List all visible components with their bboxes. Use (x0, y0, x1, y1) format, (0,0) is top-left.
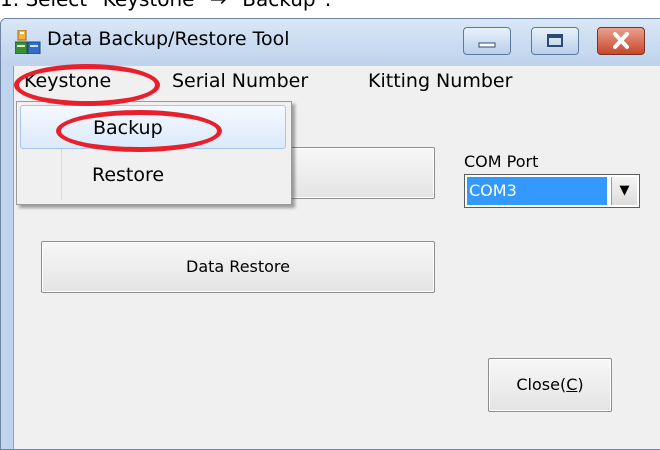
com-port-value: COM3 (467, 177, 607, 205)
close-button-prefix: Close( (516, 375, 567, 394)
com-port-select[interactable]: COM3 ▼ (464, 174, 640, 208)
menu-item-backup-label: Backup (93, 117, 163, 139)
menu-item-restore[interactable]: Restore (20, 153, 286, 197)
app-icon (15, 30, 41, 54)
close-button-suffix: ) (577, 375, 584, 394)
menu-serial-number[interactable]: Serial Number (172, 70, 308, 92)
window-minimize-icon (478, 42, 496, 48)
com-port-label: COM Port (464, 152, 539, 171)
instruction-caption: 1. Select "Keystone" → "Backup". (0, 0, 331, 17)
close-window-button[interactable] (597, 27, 645, 55)
close-button-accelerator: C (566, 375, 578, 394)
menu-bar: Keystone Serial Number Kitting Number (14, 66, 660, 102)
window-close-icon (613, 32, 629, 49)
data-restore-button[interactable]: Data Restore (41, 241, 435, 293)
menu-item-backup[interactable]: Backup (20, 105, 286, 149)
minimize-button[interactable] (463, 27, 511, 55)
keystone-dropdown-menu: Backup Restore (16, 101, 292, 205)
window-maximize-icon (547, 34, 563, 47)
menu-item-restore-label: Restore (92, 164, 165, 186)
menu-kitting-number[interactable]: Kitting Number (368, 70, 512, 92)
window-title: Data Backup/Restore Tool (47, 28, 290, 50)
chevron-down-icon[interactable]: ▼ (611, 177, 637, 205)
close-button[interactable]: Close(C) (488, 358, 612, 412)
app-window: Data Backup/Restore Tool Keystone Serial… (0, 18, 660, 450)
title-bar: Data Backup/Restore Tool (1, 19, 660, 65)
maximize-button[interactable] (531, 27, 579, 55)
menu-keystone[interactable]: Keystone (24, 70, 111, 92)
